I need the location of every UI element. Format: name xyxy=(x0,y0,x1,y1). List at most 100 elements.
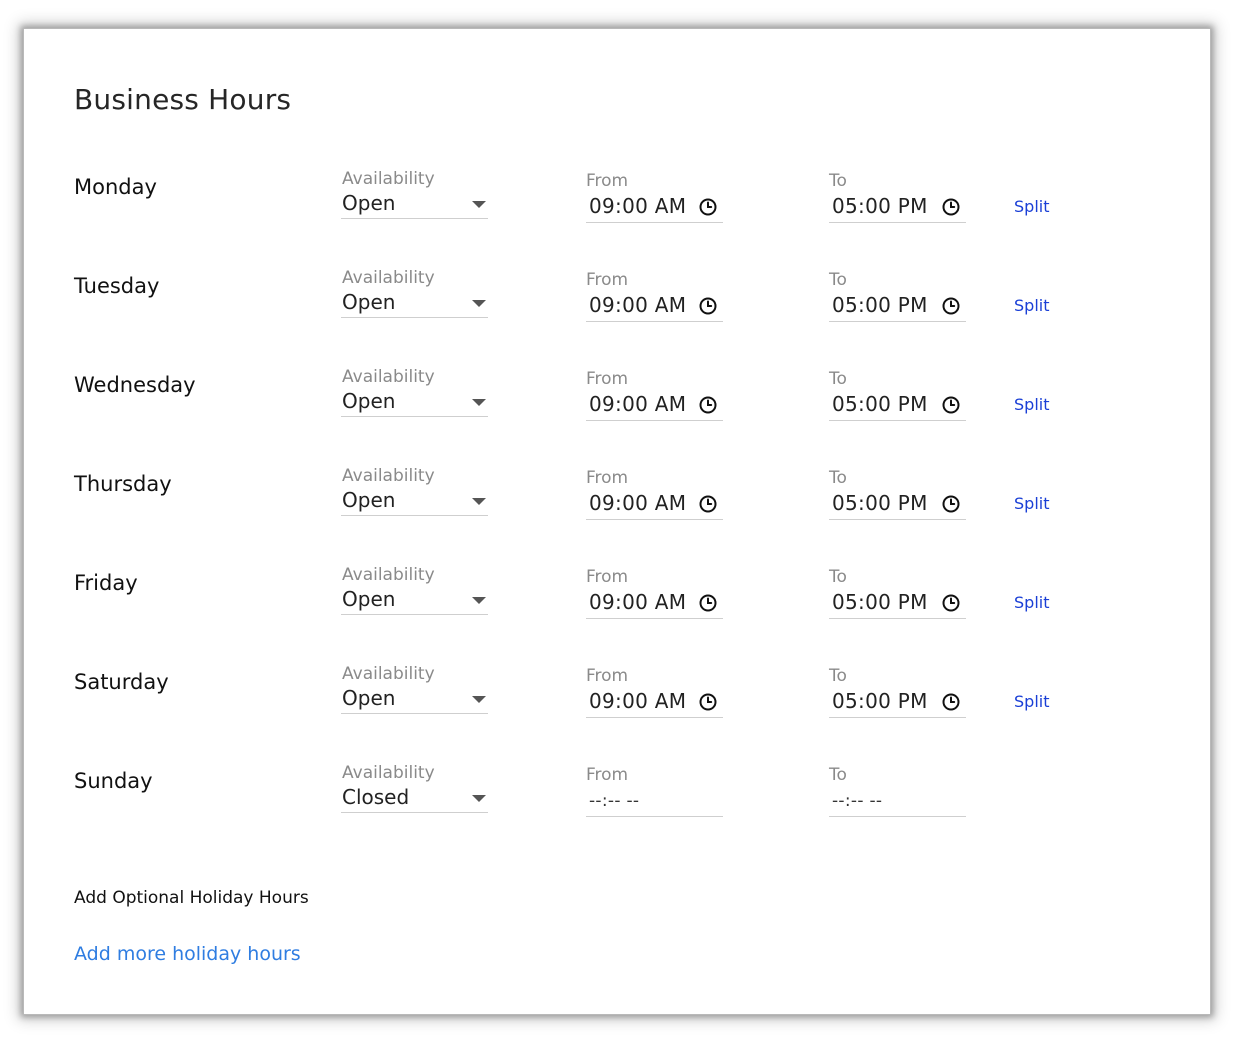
availability-select[interactable]: Open xyxy=(341,488,488,516)
clock-icon[interactable] xyxy=(698,197,718,217)
day-row-thursday: Thursday Availability Open From 09:00 AM To 05… xyxy=(24,466,1210,565)
to-time-value: 05:00 PM xyxy=(832,293,928,317)
business-hours-panel: Business Hours Monday Availability Open Fro… xyxy=(24,29,1210,1014)
to-time-input[interactable]: 05:00 PM xyxy=(829,293,966,322)
clock-icon[interactable] xyxy=(941,593,961,613)
split-link[interactable]: Split xyxy=(1014,296,1049,315)
to-time-value: 05:00 PM xyxy=(832,590,928,614)
split-link[interactable]: Split xyxy=(1014,395,1049,414)
day-label: Sunday xyxy=(74,769,153,793)
from-time-value: 09:00 AM xyxy=(589,194,687,218)
from-time-input[interactable]: 09:00 AM xyxy=(586,392,723,421)
from-time-input[interactable]: 09:00 AM xyxy=(586,590,723,619)
day-row-sunday: Sunday Availability Closed From --:-- -- To --… xyxy=(24,763,1210,862)
from-time-input[interactable]: 09:00 AM xyxy=(586,689,723,718)
day-row-tuesday: Tuesday Availability Open From 09:00 AM To 05:… xyxy=(24,268,1210,367)
from-label: From xyxy=(586,666,629,686)
day-label: Saturday xyxy=(74,670,169,694)
clock-icon[interactable] xyxy=(941,395,961,415)
day-label: Friday xyxy=(74,571,138,595)
from-time-value: --:-- -- xyxy=(589,791,640,811)
availability-select[interactable]: Open xyxy=(341,191,488,219)
clock-icon[interactable] xyxy=(698,494,718,514)
availability-label: Availability xyxy=(342,763,435,783)
split-link[interactable]: Split xyxy=(1014,197,1049,216)
split-link[interactable]: Split xyxy=(1014,593,1049,612)
chevron-down-icon xyxy=(472,696,486,703)
day-label: Monday xyxy=(74,175,157,199)
to-time-input[interactable]: 05:00 PM xyxy=(829,392,966,421)
from-time-value: 09:00 AM xyxy=(589,392,687,416)
day-row-wednesday: Wednesday Availability Open From 09:00 AM To 0… xyxy=(24,367,1210,466)
from-time-input[interactable]: 09:00 AM xyxy=(586,194,723,223)
availability-select[interactable]: Closed xyxy=(341,785,488,813)
from-label: From xyxy=(586,567,629,587)
from-label: From xyxy=(586,171,629,191)
to-time-value: 05:00 PM xyxy=(832,491,928,515)
split-link[interactable]: Split xyxy=(1014,494,1049,513)
availability-value: Open xyxy=(342,488,396,512)
to-time-input[interactable]: --:-- -- xyxy=(829,788,966,817)
split-link[interactable]: Split xyxy=(1014,692,1049,711)
page-title: Business Hours xyxy=(74,83,292,116)
day-row-friday: Friday Availability Open From 09:00 AM To 05:0… xyxy=(24,565,1210,664)
availability-label: Availability xyxy=(342,664,435,684)
from-time-value: 09:00 AM xyxy=(589,590,687,614)
from-time-value: 09:00 AM xyxy=(589,491,687,515)
to-time-value: 05:00 PM xyxy=(832,392,928,416)
to-label: To xyxy=(829,270,847,290)
chevron-down-icon xyxy=(472,300,486,307)
to-label: To xyxy=(829,468,847,488)
from-label: From xyxy=(586,765,629,785)
from-time-input[interactable]: 09:00 AM xyxy=(586,293,723,322)
chevron-down-icon xyxy=(472,201,486,208)
availability-select[interactable]: Open xyxy=(341,686,488,714)
day-label: Wednesday xyxy=(74,373,196,397)
from-label: From xyxy=(586,468,629,488)
availability-select[interactable]: Open xyxy=(341,587,488,615)
to-time-input[interactable]: 05:00 PM xyxy=(829,491,966,520)
clock-icon[interactable] xyxy=(941,494,961,514)
from-time-value: 09:00 AM xyxy=(589,293,687,317)
from-time-input[interactable]: 09:00 AM xyxy=(586,491,723,520)
to-label: To xyxy=(829,567,847,587)
clock-icon[interactable] xyxy=(941,296,961,316)
to-time-value: 05:00 PM xyxy=(832,194,928,218)
availability-label: Availability xyxy=(342,367,435,387)
clock-icon[interactable] xyxy=(941,197,961,217)
chevron-down-icon xyxy=(472,597,486,604)
availability-label: Availability xyxy=(342,466,435,486)
to-time-value: --:-- -- xyxy=(832,791,883,811)
to-label: To xyxy=(829,171,847,191)
day-label: Thursday xyxy=(74,472,172,496)
availability-label: Availability xyxy=(342,169,435,189)
availability-value: Open xyxy=(342,290,396,314)
from-label: From xyxy=(586,369,629,389)
chevron-down-icon xyxy=(472,399,486,406)
to-label: To xyxy=(829,369,847,389)
clock-icon[interactable] xyxy=(698,395,718,415)
to-label: To xyxy=(829,765,847,785)
chevron-down-icon xyxy=(472,795,486,802)
from-time-value: 09:00 AM xyxy=(589,689,687,713)
to-time-input[interactable]: 05:00 PM xyxy=(829,590,966,619)
availability-select[interactable]: Open xyxy=(341,290,488,318)
day-row-saturday: Saturday Availability Open From 09:00 AM To 05… xyxy=(24,664,1210,763)
clock-icon[interactable] xyxy=(698,296,718,316)
to-time-input[interactable]: 05:00 PM xyxy=(829,194,966,223)
availability-label: Availability xyxy=(342,268,435,288)
availability-value: Closed xyxy=(342,785,410,809)
availability-value: Open xyxy=(342,389,396,413)
day-label: Tuesday xyxy=(74,274,160,298)
to-time-input[interactable]: 05:00 PM xyxy=(829,689,966,718)
clock-icon[interactable] xyxy=(941,692,961,712)
availability-value: Open xyxy=(342,686,396,710)
to-label: To xyxy=(829,666,847,686)
clock-icon[interactable] xyxy=(698,593,718,613)
availability-select[interactable]: Open xyxy=(341,389,488,417)
add-holiday-hours-link[interactable]: Add more holiday hours xyxy=(74,943,301,965)
holiday-section-label: Add Optional Holiday Hours xyxy=(74,888,309,908)
clock-icon[interactable] xyxy=(698,692,718,712)
from-label: From xyxy=(586,270,629,290)
from-time-input[interactable]: --:-- -- xyxy=(586,788,723,817)
